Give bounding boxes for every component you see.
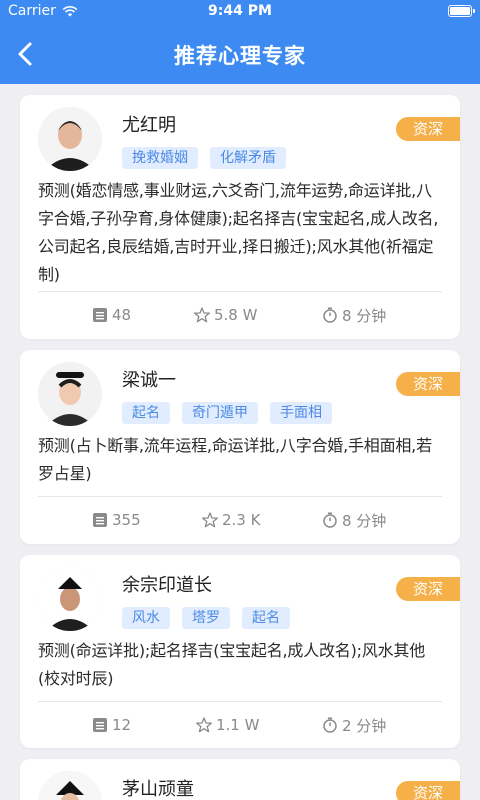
avatar bbox=[38, 567, 102, 631]
list-icon bbox=[93, 718, 107, 732]
timer-icon bbox=[323, 717, 337, 733]
expert-card[interactable]: 茅山顽童 资深 bbox=[20, 759, 460, 800]
stats-row: 12 1.1 W 2 分钟 bbox=[20, 712, 460, 738]
top-bar: Carrier 9:44 PM 推荐心理专家 bbox=[0, 0, 480, 84]
response-time: 2 分钟 bbox=[322, 712, 386, 738]
tag-list: 风水 塔罗 起名 bbox=[122, 607, 290, 629]
list-icon bbox=[93, 308, 107, 322]
consult-count: 48 bbox=[92, 302, 131, 328]
consult-count: 355 bbox=[92, 507, 141, 533]
stats-row: 355 2.3 K 8 分钟 bbox=[20, 507, 460, 533]
divider bbox=[38, 291, 442, 292]
timer-icon bbox=[323, 307, 337, 323]
rating: 5.8 W bbox=[194, 302, 257, 328]
navigation-bar: 推荐心理专家 bbox=[0, 24, 480, 84]
star-icon bbox=[202, 512, 218, 528]
rating: 1.1 W bbox=[196, 712, 259, 738]
expert-name: 茅山顽童 bbox=[122, 779, 194, 800]
specialty-tag: 风水 bbox=[122, 607, 170, 629]
expert-name: 余宗印道长 bbox=[122, 575, 212, 596]
response-time: 8 分钟 bbox=[322, 302, 386, 328]
consult-count-value: 355 bbox=[112, 511, 141, 529]
specialty-tag: 起名 bbox=[122, 402, 170, 424]
response-time-value: 8 分钟 bbox=[342, 306, 387, 325]
response-time-value: 8 分钟 bbox=[342, 511, 387, 530]
status-bar: Carrier 9:44 PM bbox=[0, 0, 480, 24]
expert-card[interactable]: 尤红明 资深 挽救婚姻 化解矛盾 预测(婚恋情感,事业财运,六爻奇门,流年运势,… bbox=[20, 95, 460, 339]
rating-value: 1.1 W bbox=[216, 716, 260, 734]
consult-count-value: 12 bbox=[112, 716, 132, 734]
tag-list: 挽救婚姻 化解矛盾 bbox=[122, 147, 286, 169]
rating: 2.3 K bbox=[202, 507, 260, 533]
rating-value: 2.3 K bbox=[222, 511, 261, 529]
rating-value: 5.8 W bbox=[214, 306, 258, 324]
timer-icon bbox=[323, 512, 337, 528]
level-badge: 资深 bbox=[396, 117, 460, 141]
star-icon bbox=[194, 307, 210, 323]
expert-description: 预测(命运详批);起名择吉(宝宝起名,成人改名);风水其他(校对时辰) bbox=[38, 641, 426, 688]
consult-count: 12 bbox=[92, 712, 131, 738]
level-badge: 资深 bbox=[396, 372, 460, 396]
expert-card[interactable]: 余宗印道长 资深 风水 塔罗 起名 预测(命运详批);起名择吉(宝宝起名,成人改… bbox=[20, 555, 460, 748]
expert-card[interactable]: 梁诚一 资深 起名 奇门遁甲 手面相 预测(占卜断事,流年运程,命运详批,八字合… bbox=[20, 350, 460, 544]
list-icon bbox=[93, 513, 107, 527]
page-title: 推荐心理专家 bbox=[174, 44, 306, 68]
star-icon bbox=[196, 717, 212, 733]
avatar bbox=[38, 107, 102, 171]
specialty-tag: 化解矛盾 bbox=[210, 147, 286, 169]
divider bbox=[38, 496, 442, 497]
tag-list: 起名 奇门遁甲 手面相 bbox=[122, 402, 332, 424]
level-badge: 资深 bbox=[396, 781, 460, 800]
stats-row: 48 5.8 W 8 分钟 bbox=[20, 302, 460, 328]
response-time: 8 分钟 bbox=[322, 507, 386, 533]
expert-name: 尤红明 bbox=[122, 115, 176, 136]
clock: 9:44 PM bbox=[208, 3, 272, 19]
avatar bbox=[38, 771, 102, 800]
expert-description: 预测(婚恋情感,事业财运,六爻奇门,流年运势,命运详批,八字合婚,子孙孕育,身体… bbox=[38, 181, 439, 284]
response-time-value: 2 分钟 bbox=[342, 716, 387, 735]
expert-description: 预测(占卜断事,流年运程,命运详批,八字合婚,手相面相,若罗占星) bbox=[38, 436, 432, 483]
specialty-tag: 起名 bbox=[242, 607, 290, 629]
specialty-tag: 奇门遁甲 bbox=[182, 402, 258, 424]
battery-icon bbox=[448, 5, 475, 17]
specialty-tag: 手面相 bbox=[270, 402, 332, 424]
avatar bbox=[38, 362, 102, 426]
specialty-tag: 塔罗 bbox=[182, 607, 230, 629]
consult-count-value: 48 bbox=[112, 306, 132, 324]
level-badge: 资深 bbox=[396, 577, 460, 601]
specialty-tag: 挽救婚姻 bbox=[122, 147, 198, 169]
expert-name: 梁诚一 bbox=[122, 370, 176, 391]
divider bbox=[38, 701, 442, 702]
